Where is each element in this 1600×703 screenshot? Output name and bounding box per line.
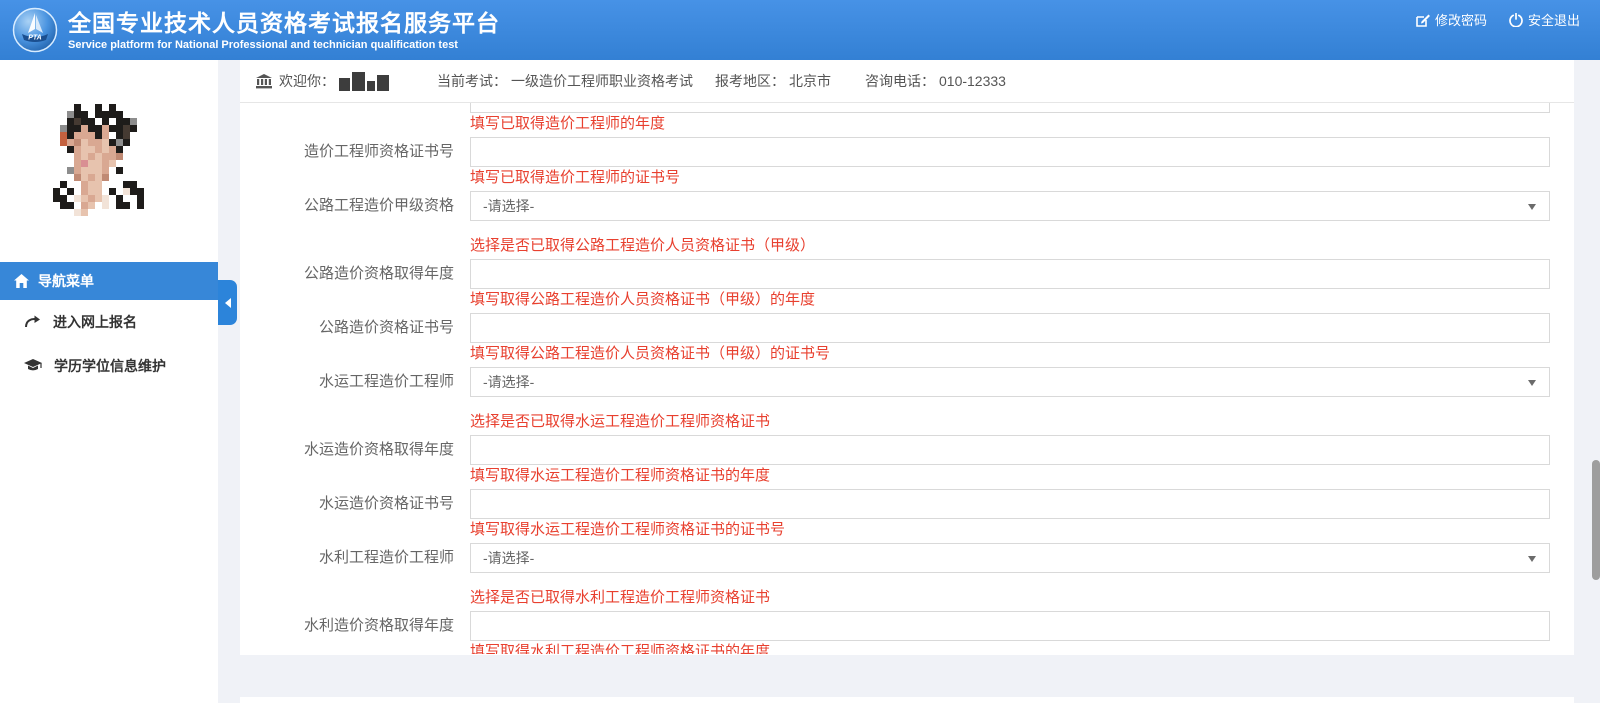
page-subtitle: Service platform for National Profession… [68,39,500,51]
registration-form-viewport: 填写已取得造价工程师的年度 造价工程师资格证书号 填写已取得造价工程师的证书号 … [240,103,1574,654]
field-label: 水利工程造价工程师 [240,543,470,573]
waterway-cert-no-input[interactable] [470,489,1550,519]
chevron-left-icon [225,298,231,308]
redacted-username [339,72,389,91]
logout-link[interactable]: 安全退出 [1509,10,1580,29]
water-conservancy-engineer-select[interactable]: -请选择- [470,543,1550,573]
field-helper-text: 选择是否已取得公路工程造价人员资格证书（甲级） [470,238,1550,254]
field-helper-text: 填写取得公路工程造价人员资格证书（甲级）的年度 [470,292,1550,308]
field-label: 水运造价资格取得年度 [240,435,470,465]
nav-menu-header[interactable]: 导航菜单 [0,262,218,300]
power-icon [1509,13,1523,27]
form-row: 水运造价资格取得年度 填写取得水运工程造价工程师资格证书的年度 [240,435,1574,484]
waterway-year-input[interactable] [470,435,1550,465]
sidebar: 导航菜单 进入网上报名学历学位信息维护 [0,60,218,703]
chevron-down-icon [1528,556,1536,562]
highway-cert-no-input[interactable] [470,313,1550,343]
change-password-link[interactable]: 修改密码 [1416,10,1487,29]
page-title: 全国专业技术人员资格考试报名服务平台 [68,10,500,36]
edit-icon [1416,13,1430,27]
field-label: 公路工程造价甲级资格 [240,191,470,221]
vertical-scrollbar-thumb[interactable] [1592,460,1600,580]
field-label: 水利造价资格取得年度 [240,611,470,641]
form-row: 水运造价资格证书号 填写取得水运工程造价工程师资格证书的证书号 [240,489,1574,538]
region-label: 报考地区： [715,71,785,91]
registration-form: 填写已取得造价工程师的年度 造价工程师资格证书号 填写已取得造价工程师的证书号 … [240,103,1574,654]
field-helper-text: 填写已取得造价工程师的年度 [470,116,1550,132]
field-label: 公路造价资格取得年度 [240,259,470,289]
field-helper-text: 填写取得水运工程造价工程师资格证书的证书号 [470,522,1550,538]
region-value: 北京市 [789,71,831,91]
form-row: 公路造价资格证书号 填写取得公路工程造价人员资格证书（甲级）的证书号 [240,313,1574,362]
field-helper-text: 填写取得水利工程造价工程师资格证书的年度 [470,644,1550,654]
field-helper-text: 填写取得公路工程造价人员资格证书（甲级）的证书号 [470,346,1550,362]
chevron-down-icon [1528,204,1536,210]
next-panel-edge [240,697,1574,703]
phone-label: 咨询电话： [865,71,935,91]
waterway-engineer-select[interactable]: -请选择- [470,367,1550,397]
sidebar-item-online-registration[interactable]: 进入网上报名 [0,300,218,344]
form-row: 填写已取得造价工程师的年度 [240,103,1574,132]
field-label: 造价工程师资格证书号 [240,137,470,167]
welcome-bar: 欢迎你： 当前考试： 一级造价工程师职业资格考试 报考地区： 北京市 咨询电话：… [240,60,1574,103]
form-row: 公路工程造价甲级资格 -请选择- 选择是否已取得公路工程造价人员资格证书（甲级） [240,191,1574,254]
cost-engineer-year-input[interactable] [470,103,1550,113]
svg-text:PTA: PTA [28,35,41,42]
cost-engineer-cert-no-input[interactable] [470,137,1550,167]
water-conservancy-year-input[interactable] [470,611,1550,641]
form-row: 公路造价资格取得年度 填写取得公路工程造价人员资格证书（甲级）的年度 [240,259,1574,308]
form-row: 水利造价资格取得年度 填写取得水利工程造价工程师资格证书的年度 [240,611,1574,654]
field-label [240,103,470,113]
field-label: 公路造价资格证书号 [240,313,470,343]
form-row: 造价工程师资格证书号 填写已取得造价工程师的证书号 [240,137,1574,186]
field-helper-text: 填写取得水运工程造价工程师资格证书的年度 [470,468,1550,484]
current-exam-value: 一级造价工程师职业资格考试 [511,71,693,91]
field-label: 水运工程造价工程师 [240,367,470,397]
home-icon [14,274,29,288]
highway-year-input[interactable] [470,259,1550,289]
field-helper-text: 选择是否已取得水利工程造价工程师资格证书 [470,590,1550,606]
platform-logo-icon: PTA [12,7,58,53]
field-helper-text: 选择是否已取得水运工程造价工程师资格证书 [470,414,1550,430]
main-content-panel: 欢迎你： 当前考试： 一级造价工程师职业资格考试 报考地区： 北京市 咨询电话：… [240,60,1574,655]
graduation-cap-icon [24,359,42,373]
sidebar-collapse-tab[interactable] [218,280,237,325]
chevron-down-icon [1528,380,1536,386]
redo-arrow-icon [24,315,41,329]
current-exam-label: 当前考试： [437,71,507,91]
field-label: 水运造价资格证书号 [240,489,470,519]
user-photo [53,90,165,230]
field-helper-text: 填写已取得造价工程师的证书号 [470,170,1550,186]
form-row: 水利工程造价工程师 -请选择- 选择是否已取得水利工程造价工程师资格证书 [240,543,1574,606]
phone-value: 010-12333 [939,73,1006,89]
bank-icon [256,74,272,89]
highway-grade-a-qualification-select[interactable]: -请选择- [470,191,1550,221]
sidebar-item-education-degree-maintenance[interactable]: 学历学位信息维护 [0,344,218,388]
greeting-label: 欢迎你： [279,71,335,91]
app-header: PTA 全国专业技术人员资格考试报名服务平台 Service platform … [0,0,1600,60]
form-row: 水运工程造价工程师 -请选择- 选择是否已取得水运工程造价工程师资格证书 [240,367,1574,430]
